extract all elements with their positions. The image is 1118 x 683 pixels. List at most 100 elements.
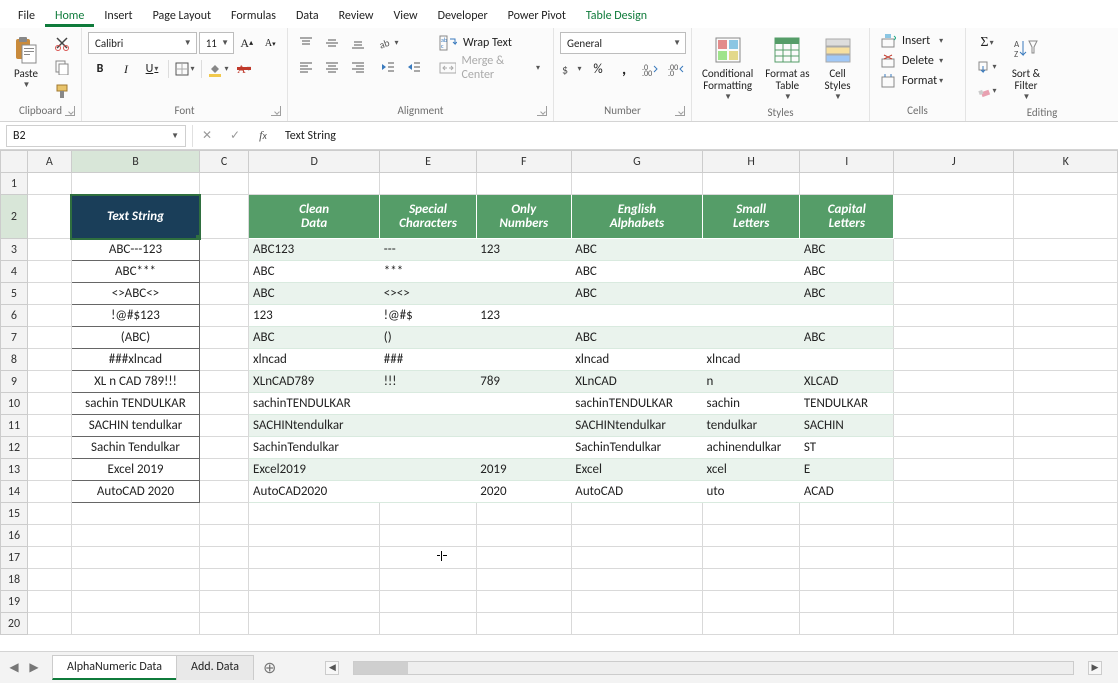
clear-button[interactable]: ▾	[972, 80, 1002, 102]
cell[interactable]: 2019	[476, 459, 571, 481]
cell[interactable]	[894, 503, 1014, 525]
dialog-launcher-icon[interactable]	[271, 106, 281, 116]
cell[interactable]	[1014, 591, 1118, 613]
cell[interactable]	[571, 591, 702, 613]
cell[interactable]	[894, 239, 1014, 261]
row-header[interactable]: 11	[1, 415, 28, 437]
cell[interactable]: CapitalLetters	[800, 195, 894, 239]
cell[interactable]	[1014, 415, 1118, 437]
column-header[interactable]: A	[27, 151, 71, 173]
cell[interactable]: ABC	[800, 239, 894, 261]
cell[interactable]: ABC	[571, 283, 702, 305]
tab-nav-next[interactable]: ▶	[28, 662, 40, 674]
cell[interactable]	[1014, 349, 1118, 371]
cut-button[interactable]	[50, 32, 74, 54]
cell[interactable]: Text String	[71, 195, 199, 239]
cell[interactable]	[571, 173, 702, 195]
cell-styles-button[interactable]: Cell Styles▼	[818, 32, 858, 104]
font-name-combo[interactable]: Calibri▼	[88, 32, 197, 54]
cell[interactable]	[894, 393, 1014, 415]
number-format-combo[interactable]: General▼	[560, 32, 686, 54]
cell[interactable]: uto	[703, 481, 800, 503]
cell[interactable]	[703, 261, 800, 283]
increase-decimal-button[interactable]: .0.00	[638, 58, 662, 80]
cell[interactable]	[1014, 613, 1118, 635]
cell[interactable]	[200, 393, 249, 415]
cell[interactable]	[27, 173, 71, 195]
cell[interactable]	[200, 459, 249, 481]
cell[interactable]: SACHIN	[800, 415, 894, 437]
cell[interactable]	[27, 305, 71, 327]
copy-button[interactable]	[50, 56, 74, 78]
cell[interactable]	[27, 371, 71, 393]
cell[interactable]	[380, 503, 476, 525]
cell[interactable]: Excel 2019	[71, 459, 199, 481]
merge-center-button[interactable]: Merge & Center▾	[432, 57, 547, 79]
menu-tab-file[interactable]: File	[8, 5, 45, 27]
cell[interactable]: n	[703, 371, 800, 393]
cell[interactable]	[200, 569, 249, 591]
cell[interactable]: !@#$123	[71, 305, 199, 327]
cell[interactable]: ABC	[571, 327, 702, 349]
cell[interactable]	[894, 569, 1014, 591]
cell[interactable]: 2020	[476, 481, 571, 503]
cancel-formula-button[interactable]: ✕	[193, 125, 221, 147]
cell[interactable]	[71, 547, 199, 569]
cell[interactable]: ST	[800, 437, 894, 459]
cell[interactable]	[571, 503, 702, 525]
cell[interactable]	[27, 613, 71, 635]
formula-input[interactable]: Text String	[277, 129, 1118, 143]
wrap-text-button[interactable]: abc Wrap Text	[432, 32, 547, 54]
cell[interactable]	[27, 415, 71, 437]
worksheet[interactable]: ABCDEFGHIJK12Text StringCleanDataSpecial…	[0, 150, 1118, 638]
menu-tab-home[interactable]: Home	[45, 5, 94, 27]
fill-color-button[interactable]: ▾	[206, 58, 230, 80]
cell[interactable]	[27, 481, 71, 503]
cell[interactable]	[27, 195, 71, 239]
cell[interactable]	[200, 349, 249, 371]
cell[interactable]: xlncad	[703, 349, 800, 371]
menu-tab-view[interactable]: View	[384, 5, 428, 27]
cell[interactable]	[800, 591, 894, 613]
cell[interactable]	[200, 371, 249, 393]
cell[interactable]	[703, 569, 800, 591]
percent-button[interactable]: %	[586, 58, 610, 80]
cell[interactable]: AutoCAD2020	[248, 481, 379, 503]
cell[interactable]: ---	[380, 239, 476, 261]
cell[interactable]: Excel	[571, 459, 702, 481]
cell[interactable]: ABC---123	[71, 239, 199, 261]
italic-button[interactable]: I	[114, 58, 138, 80]
cell[interactable]: OnlyNumbers	[476, 195, 571, 239]
cell[interactable]	[380, 613, 476, 635]
add-sheet-button[interactable]: ⊕	[253, 656, 286, 680]
cell[interactable]	[27, 525, 71, 547]
cell[interactable]: ACAD	[800, 481, 894, 503]
row-header[interactable]: 17	[1, 547, 28, 569]
cell[interactable]	[894, 415, 1014, 437]
cell[interactable]: ***	[380, 261, 476, 283]
row-header[interactable]: 20	[1, 613, 28, 635]
cell[interactable]	[71, 503, 199, 525]
cell[interactable]	[248, 547, 379, 569]
dialog-launcher-icon[interactable]	[65, 106, 75, 116]
cell[interactable]	[476, 525, 571, 547]
cell[interactable]	[1014, 481, 1118, 503]
cell[interactable]	[200, 261, 249, 283]
cell[interactable]	[894, 525, 1014, 547]
cell[interactable]	[27, 261, 71, 283]
cell[interactable]	[894, 481, 1014, 503]
cell[interactable]: sachin	[703, 393, 800, 415]
cell[interactable]: Excel2019	[248, 459, 379, 481]
cell[interactable]: AutoCAD 2020	[71, 481, 199, 503]
cell[interactable]: xlncad	[571, 349, 702, 371]
cell[interactable]	[380, 393, 476, 415]
cell[interactable]	[703, 305, 800, 327]
row-header[interactable]: 3	[1, 239, 28, 261]
row-header[interactable]: 10	[1, 393, 28, 415]
row-header[interactable]: 16	[1, 525, 28, 547]
insert-cells-button[interactable]: Insert▾	[876, 32, 947, 50]
cell[interactable]	[380, 173, 476, 195]
cell[interactable]	[380, 569, 476, 591]
cell[interactable]	[703, 591, 800, 613]
cell[interactable]: XL n CAD 789!!!	[71, 371, 199, 393]
